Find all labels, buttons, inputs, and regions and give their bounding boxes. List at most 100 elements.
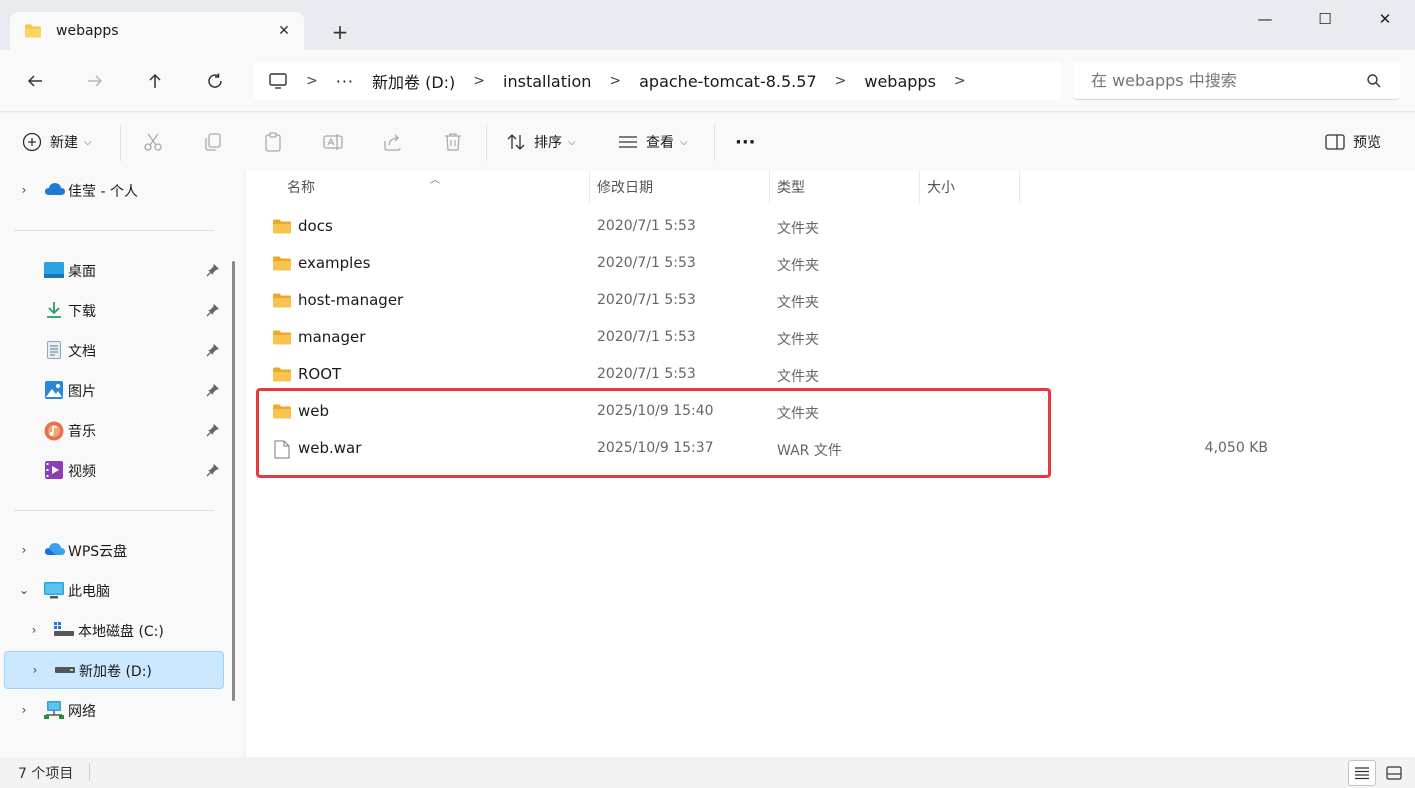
folder-icon <box>273 404 291 419</box>
sidebar-item-documents[interactable]: 文档 <box>4 331 224 369</box>
chevron-right-icon[interactable]: › <box>18 183 30 197</box>
address-bar[interactable]: > ··· 新加卷 (D:) > installation > apache-t… <box>254 62 1062 100</box>
column-header-type[interactable]: 类型 <box>777 177 805 197</box>
column-divider[interactable] <box>1019 171 1020 203</box>
tab-webapps[interactable]: webapps ✕ <box>10 12 304 50</box>
plus-circle-icon <box>22 132 42 152</box>
paste-icon[interactable] <box>262 131 284 153</box>
chevron-right-icon[interactable]: › <box>29 663 41 677</box>
chevron-down-icon: ⌵ <box>84 136 92 148</box>
cut-icon[interactable] <box>142 131 164 153</box>
sidebar-item-label: 佳莹 - 个人 <box>68 184 138 200</box>
preview-label: 预览 <box>1353 135 1381 151</box>
breadcrumb-separator[interactable]: > <box>835 73 847 89</box>
sidebar-item-desktop[interactable]: 桌面 <box>4 251 224 289</box>
sidebar-item-pictures[interactable]: 图片 <box>4 371 224 409</box>
pin-icon[interactable] <box>206 303 220 317</box>
details-view-button[interactable] <box>1348 760 1376 786</box>
up-button[interactable] <box>140 66 170 96</box>
chevron-down-icon: ⌵ <box>680 136 688 148</box>
pin-icon[interactable] <box>206 423 220 437</box>
column-divider[interactable] <box>919 171 920 203</box>
folder-icon-wrapper <box>272 366 292 387</box>
breadcrumb-tomcat[interactable]: apache-tomcat-8.5.57 <box>639 72 817 91</box>
pin-icon[interactable] <box>206 343 220 357</box>
breadcrumb-installation[interactable]: installation <box>503 72 591 91</box>
back-button[interactable] <box>20 66 50 96</box>
new-button[interactable]: 新建 ⌵ <box>22 127 92 157</box>
file-row[interactable]: host-manager 2020/7/1 5:53 文件夹 <box>258 282 1278 319</box>
pin-icon[interactable] <box>206 263 220 277</box>
file-modified-date: 2020/7/1 5:53 <box>597 366 696 382</box>
sidebar-item-this-pc[interactable]: ⌄ 此电脑 <box>4 571 224 609</box>
sidebar-item-network[interactable]: › 网络 <box>4 691 224 729</box>
file-row[interactable]: ROOT 2020/7/1 5:53 文件夹 <box>258 356 1278 393</box>
new-tab-button[interactable]: + <box>328 20 352 44</box>
sort-button[interactable]: 排序 ⌵ <box>506 127 576 157</box>
item-count: 7 个项目 <box>18 766 74 782</box>
pin-icon[interactable] <box>206 383 220 397</box>
file-row[interactable]: manager 2020/7/1 5:53 文件夹 <box>258 319 1278 356</box>
copy-icon[interactable] <box>202 131 224 153</box>
column-divider[interactable] <box>589 171 590 203</box>
minimize-button[interactable]: — <box>1235 0 1295 38</box>
sidebar-item-onedrive[interactable]: › 佳莹 - 个人 <box>4 171 224 209</box>
folder-icon <box>273 367 291 382</box>
divider <box>89 763 90 781</box>
view-button[interactable]: 查看 ⌵ <box>618 127 688 157</box>
refresh-button[interactable] <box>200 66 230 96</box>
file-row[interactable]: examples 2020/7/1 5:53 文件夹 <box>258 245 1278 282</box>
search-input[interactable] <box>1091 71 1351 90</box>
tiles-view-button[interactable] <box>1380 760 1408 786</box>
forward-button[interactable] <box>80 66 110 96</box>
folder-icon-wrapper <box>272 329 292 350</box>
breadcrumb-separator[interactable]: > <box>609 73 621 89</box>
chevron-down-icon[interactable]: ⌄ <box>18 583 30 597</box>
folder-icon <box>25 24 41 38</box>
sidebar-item-drive-c[interactable]: › 本地磁盘 (C:) <box>4 611 224 649</box>
file-row[interactable]: web.war 2025/10/9 15:37 WAR 文件 4,050 KB <box>258 430 1278 467</box>
file-type: 文件夹 <box>777 369 819 385</box>
sidebar-item-music[interactable]: 音乐 <box>4 411 224 449</box>
sidebar-item-videos[interactable]: 视频 <box>4 451 224 489</box>
sidebar-item-drive-d[interactable]: › 新加卷 (D:) <box>4 651 224 689</box>
sidebar-item-label: 网络 <box>68 704 96 720</box>
close-window-button[interactable]: ✕ <box>1355 0 1415 38</box>
delete-icon[interactable] <box>442 131 464 153</box>
column-header-modified[interactable]: 修改日期 <box>597 177 653 197</box>
column-header-name[interactable]: 名称 <box>287 177 315 197</box>
preview-button[interactable]: 预览 <box>1325 127 1381 157</box>
breadcrumb-drive-d[interactable]: 新加卷 (D:) <box>372 69 455 93</box>
close-tab-button[interactable]: ✕ <box>274 21 294 41</box>
chevron-right-icon[interactable]: › <box>18 703 30 717</box>
search-box[interactable] <box>1073 62 1400 100</box>
sidebar-item-downloads[interactable]: 下载 <box>4 291 224 329</box>
file-modified-date: 2020/7/1 5:53 <box>597 329 696 345</box>
file-type: 文件夹 <box>777 406 819 422</box>
file-row[interactable]: docs 2020/7/1 5:53 文件夹 <box>258 208 1278 245</box>
arrow-up-icon <box>149 73 161 88</box>
sidebar-item-wps-cloud[interactable]: › WPS云盘 <box>4 531 224 569</box>
sidebar-scrollbar[interactable] <box>232 261 235 701</box>
breadcrumb-overflow[interactable]: ··· <box>336 72 354 91</box>
maximize-button[interactable]: ☐ <box>1295 0 1355 38</box>
file-name: web <box>298 402 330 420</box>
file-row[interactable]: web 2025/10/9 15:40 文件夹 <box>258 393 1278 430</box>
column-divider[interactable] <box>769 171 770 203</box>
breadcrumb-separator[interactable]: > <box>954 73 966 89</box>
pin-icon[interactable] <box>206 463 220 477</box>
more-options-button[interactable]: ··· <box>735 127 756 157</box>
chevron-right-icon[interactable]: › <box>18 543 30 557</box>
chevron-right-icon[interactable]: › <box>28 623 40 637</box>
breadcrumb-separator[interactable]: > <box>473 73 485 89</box>
file-modified-date: 2020/7/1 5:53 <box>597 218 696 234</box>
rename-icon[interactable] <box>322 131 344 153</box>
sort-icon <box>507 134 525 150</box>
column-header-size[interactable]: 大小 <box>927 177 955 197</box>
navigation-pane: › 佳莹 - 个人 桌面 下载 文档 图片 音乐 视频 › WPS云盘 ⌄ 此电… <box>0 171 244 757</box>
sidebar-item-label: 下载 <box>68 304 96 320</box>
details-view-icon <box>1355 767 1369 780</box>
breadcrumb-webapps[interactable]: webapps <box>864 72 936 91</box>
file-name: examples <box>298 254 371 272</box>
share-icon[interactable] <box>382 131 404 153</box>
